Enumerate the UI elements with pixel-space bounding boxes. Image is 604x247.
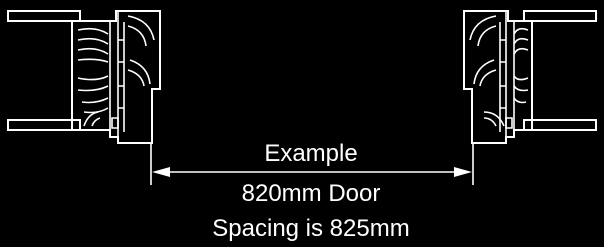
right-grain-bottom-curl — [483, 111, 505, 127]
left-grain-corner — [127, 15, 155, 87]
right-arrowhead — [454, 167, 472, 177]
left-hinge-knuckle — [111, 117, 119, 129]
right-wall-upper-arm — [523, 10, 597, 22]
right-grain-corner — [469, 15, 497, 87]
example-label: Example — [264, 140, 357, 167]
door-size-label: 820mm Door — [242, 180, 381, 207]
spacing-label: Spacing is 825mm — [212, 215, 409, 242]
right-hinge-knuckle — [505, 117, 513, 129]
left-door-frame — [7, 10, 161, 144]
right-grain-lower — [513, 75, 529, 104]
right-wall-lower-arm — [523, 119, 597, 131]
right-door-frame — [463, 10, 597, 144]
right-grain-upper — [513, 27, 529, 55]
left-arrowhead — [152, 167, 170, 177]
left-grain-upper — [77, 27, 109, 63]
left-wall-upper-arm — [7, 10, 81, 22]
left-grain-bottom-curl — [83, 111, 101, 127]
door-frame-spacing-diagram: Example 820mm Door Spacing is 825mm — [7, 10, 597, 242]
right-frame-outline — [463, 10, 533, 144]
left-wall-lower-arm — [7, 119, 81, 131]
left-grain-lower — [77, 75, 109, 114]
